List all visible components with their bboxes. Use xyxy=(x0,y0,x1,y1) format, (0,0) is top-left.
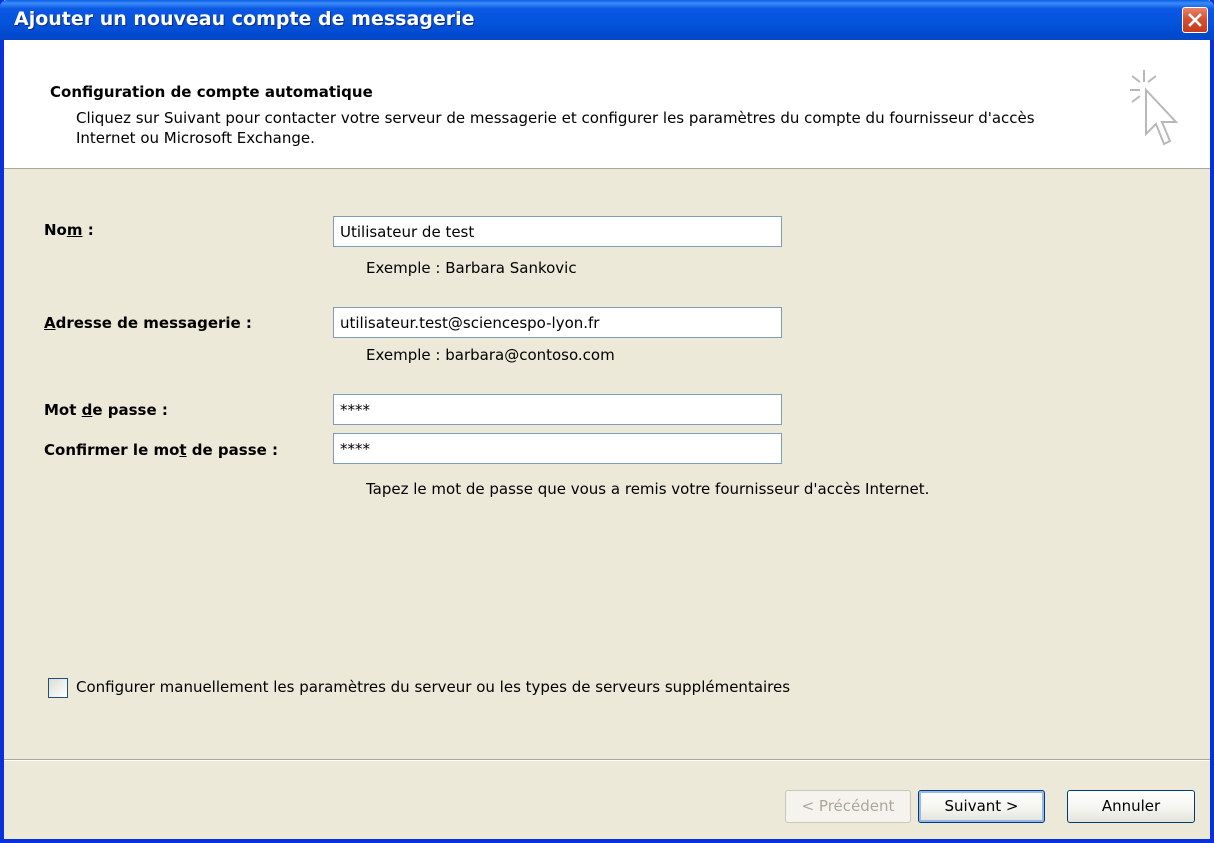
close-button[interactable] xyxy=(1182,7,1208,33)
name-hint: Exemple : Barbara Sankovic xyxy=(366,259,577,277)
window-title: Ajouter un nouveau compte de messagerie xyxy=(14,8,475,30)
manual-config-checkbox[interactable] xyxy=(48,678,68,698)
wizard-cursor-icon xyxy=(1130,70,1179,146)
password-input[interactable] xyxy=(333,394,782,425)
header-title: Configuration de compte automatique xyxy=(50,83,373,101)
confirm-password-label: Confirmer le mot de passe : xyxy=(44,441,279,459)
password-hint: Tapez le mot de passe que vous a remis v… xyxy=(366,480,930,498)
header-description: Cliquez sur Suivant pour contacter votre… xyxy=(76,109,1035,147)
name-input[interactable] xyxy=(333,216,782,247)
footer-separator xyxy=(4,759,1210,761)
manual-config-label[interactable]: Configurer manuellement les paramètres d… xyxy=(76,678,790,696)
email-input[interactable] xyxy=(333,307,782,338)
next-button[interactable]: Suivant > xyxy=(918,790,1045,823)
close-icon xyxy=(1188,13,1202,27)
previous-button[interactable]: < Précédent xyxy=(785,790,911,823)
password-label: Mot de passe : xyxy=(44,401,168,419)
cancel-button[interactable]: Annuler xyxy=(1067,790,1195,823)
title-bar[interactable]: Ajouter un nouveau compte de messagerie xyxy=(0,0,1214,40)
name-label: Nom : xyxy=(44,221,94,239)
dialog-window: Ajouter un nouveau compte de messagerie … xyxy=(0,0,1214,843)
confirm-password-input[interactable] xyxy=(333,433,782,464)
wizard-header: Configuration de compte automatique Cliq… xyxy=(4,40,1210,169)
email-label: Adresse de messagerie : xyxy=(44,314,252,332)
email-hint: Exemple : barbara@contoso.com xyxy=(366,346,615,364)
